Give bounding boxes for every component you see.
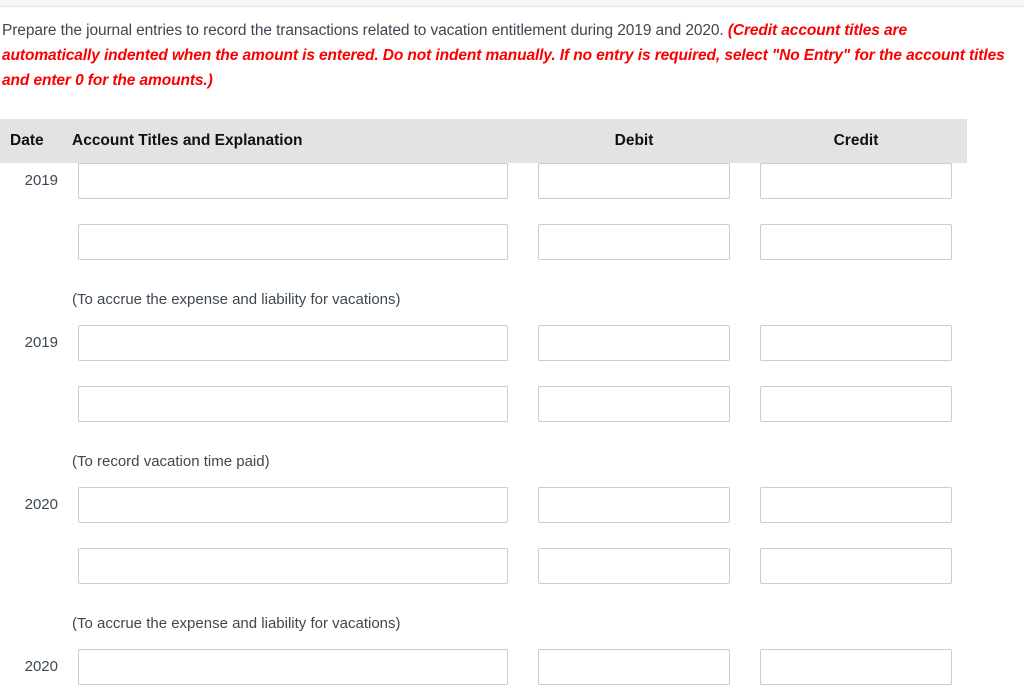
- entry-date-label: [0, 224, 68, 260]
- debit-amount-input[interactable]: [538, 224, 730, 260]
- entry-date-label: 2020: [24, 658, 58, 675]
- debit-amount-input[interactable]: [538, 487, 730, 523]
- instructions-paragraph: Prepare the journal entries to record th…: [0, 18, 1012, 93]
- column-header-date: Date: [10, 132, 44, 149]
- account-title-input[interactable]: [78, 487, 508, 523]
- column-header-credit: Credit: [833, 132, 879, 149]
- entry-date-label: 2019: [24, 172, 58, 189]
- entry-memo-text: (To record vacation time paid): [72, 453, 270, 470]
- entry-date-label: 2019: [24, 334, 58, 351]
- credit-amount-input[interactable]: [760, 386, 952, 422]
- entry-memo-text: (To accrue the expense and liability for…: [72, 615, 401, 632]
- column-header-account: Account Titles and Explanation: [72, 132, 303, 149]
- debit-amount-input[interactable]: [538, 163, 730, 199]
- journal-entry-row: [0, 548, 1024, 609]
- journal-entry-page: Prepare the journal entries to record th…: [0, 0, 1024, 695]
- page-top-divider: [0, 0, 1024, 7]
- journal-entry-row: 2019: [0, 163, 1024, 224]
- journal-entry-row: [0, 386, 1024, 447]
- credit-amount-input[interactable]: [760, 487, 952, 523]
- entry-memo-row: (To accrue the expense and liability for…: [0, 285, 1024, 325]
- journal-entry-row: [0, 224, 1024, 285]
- account-title-input[interactable]: [78, 163, 508, 199]
- debit-amount-input[interactable]: [538, 649, 730, 685]
- account-title-input[interactable]: [78, 325, 508, 361]
- debit-amount-input[interactable]: [538, 325, 730, 361]
- credit-amount-input[interactable]: [760, 224, 952, 260]
- account-title-input[interactable]: [78, 649, 508, 685]
- journal-entry-grid: 2019 (To accrue the expense and liability…: [0, 163, 1024, 695]
- credit-amount-input[interactable]: [760, 548, 952, 584]
- debit-amount-input[interactable]: [538, 386, 730, 422]
- journal-entry-row: 2020: [0, 649, 1024, 695]
- column-header-debit: Debit: [614, 132, 654, 149]
- journal-entry-row: 2019: [0, 325, 1024, 386]
- entry-memo-row: (To accrue the expense and liability for…: [0, 609, 1024, 649]
- account-title-input[interactable]: [78, 224, 508, 260]
- journal-entry-row: 2020: [0, 487, 1024, 548]
- account-title-input[interactable]: [78, 386, 508, 422]
- entry-date-label: [0, 386, 68, 422]
- entry-memo-text: (To accrue the expense and liability for…: [72, 291, 401, 308]
- credit-amount-input[interactable]: [760, 325, 952, 361]
- entry-date-label: [0, 548, 68, 584]
- table-header-bar: Date Account Titles and Explanation Debi…: [0, 119, 967, 163]
- credit-amount-input[interactable]: [760, 163, 952, 199]
- entry-memo-row: (To record vacation time paid): [0, 447, 1024, 487]
- entry-date-label: 2020: [24, 496, 58, 513]
- instructions-plain-text: Prepare the journal entries to record th…: [2, 22, 728, 39]
- debit-amount-input[interactable]: [538, 548, 730, 584]
- credit-amount-input[interactable]: [760, 649, 952, 685]
- account-title-input[interactable]: [78, 548, 508, 584]
